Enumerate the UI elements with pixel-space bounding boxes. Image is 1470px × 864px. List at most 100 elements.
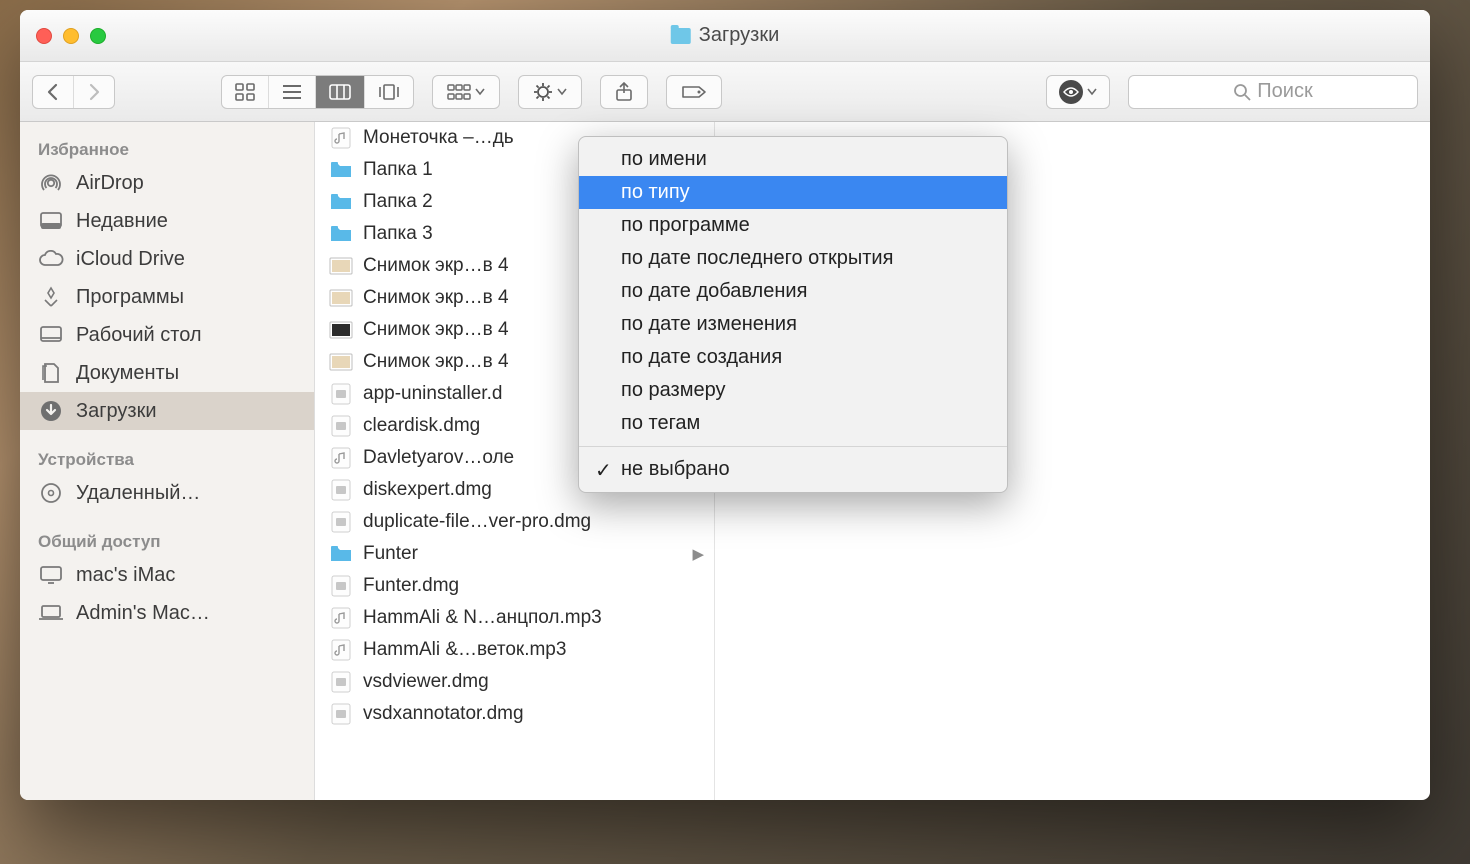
disc-icon [38,480,64,506]
folder-icon [671,28,691,44]
file-row[interactable]: HammAli &…веток.mp3 [315,634,714,666]
sidebar-item-desktop[interactable]: Рабочий стол [20,316,314,354]
group-by-button[interactable] [432,75,500,109]
menu-item[interactable]: по дате добавления [579,275,1007,308]
file-label: duplicate-file…ver-pro.dmg [363,511,591,533]
sidebar-item-cloud[interactable]: iCloud Drive [20,240,314,278]
sidebar-item-label: AirDrop [76,172,144,195]
file-label: HammAli &…веток.mp3 [363,639,566,661]
image-icon [329,351,353,373]
audio-icon [329,447,353,469]
file-label: app-uninstaller.d [363,383,502,405]
apps-icon [38,284,64,310]
audio-icon [329,639,353,661]
sidebar-item-documents[interactable]: Документы [20,354,314,392]
titlebar: Загрузки [20,10,1430,62]
sort-context-menu: по именипо типупо программепо дате после… [578,136,1008,493]
column-view-button[interactable] [316,76,365,108]
sidebar-item-airdrop[interactable]: AirDrop [20,164,314,202]
sidebar-item-label: Загрузки [76,400,157,423]
back-button[interactable] [33,76,74,108]
sidebar: ИзбранноеAirDropНедавниеiCloud DriveПрог… [20,122,315,800]
image-dark-icon [329,319,353,341]
file-label: HammAli & N…анцпол.mp3 [363,607,602,629]
window-title: Загрузки [671,24,780,47]
dmg-icon [329,479,353,501]
file-row[interactable]: vsdviewer.dmg [315,666,714,698]
recents-icon [38,208,64,234]
desktop-icon [38,322,64,348]
zoom-button[interactable] [90,28,106,44]
minimize-button[interactable] [63,28,79,44]
sidebar-item-label: Удаленный… [76,482,200,505]
file-label: Снимок экр…в 4 [363,351,509,373]
sidebar-item-label: Программы [76,286,184,309]
documents-icon [38,360,64,386]
menu-item[interactable]: по дате создания [579,341,1007,374]
search-placeholder: Поиск [1257,80,1312,103]
eye-icon [1059,80,1083,104]
traffic-lights [36,28,106,44]
dmg-icon [329,383,353,405]
menu-item[interactable]: по дате изменения [579,308,1007,341]
file-label: Снимок экр…в 4 [363,287,509,309]
menu-item[interactable]: по программе [579,209,1007,242]
file-row[interactable]: Funter ▶ [315,538,714,570]
sidebar-item-label: iCloud Drive [76,248,185,271]
cloud-icon [38,246,64,272]
file-label: Папка 1 [363,159,433,181]
dmg-icon [329,415,353,437]
sidebar-section-header: Общий доступ [20,526,314,556]
sidebar-item-display[interactable]: mac's iMac [20,556,314,594]
view-mode-buttons [221,75,414,109]
audio-icon [329,607,353,629]
downloads-icon [38,398,64,424]
file-label: Папка 2 [363,191,433,213]
sidebar-item-apps[interactable]: Программы [20,278,314,316]
file-row[interactable]: duplicate-file…ver-pro.dmg [315,506,714,538]
nav-buttons [32,75,115,109]
search-field[interactable]: Поиск [1128,75,1418,109]
audio-icon [329,127,353,149]
close-button[interactable] [36,28,52,44]
sidebar-section-header: Устройства [20,444,314,474]
file-row[interactable]: Funter.dmg [315,570,714,602]
sidebar-item-label: Рабочий стол [76,324,202,347]
title-text: Загрузки [699,24,780,47]
file-label: cleardisk.dmg [363,415,480,437]
sidebar-item-label: Недавние [76,210,168,233]
file-label: Снимок экр…в 4 [363,319,509,341]
sidebar-item-downloads[interactable]: Загрузки [20,392,314,430]
menu-separator [579,446,1007,447]
dmg-icon [329,703,353,725]
file-row[interactable]: HammAli & N…анцпол.mp3 [315,602,714,634]
sidebar-item-laptop[interactable]: Admin's Mac… [20,594,314,632]
dmg-icon [329,511,353,533]
sidebar-item-label: Admin's Mac… [76,602,210,625]
dmg-icon [329,671,353,693]
folder-icon [329,223,353,245]
list-view-button[interactable] [269,76,316,108]
forward-button[interactable] [74,76,114,108]
image-icon [329,255,353,277]
menu-item[interactable]: по имени [579,143,1007,176]
menu-item[interactable]: по типу [579,176,1007,209]
file-row[interactable]: vsdxannotator.dmg [315,698,714,730]
icon-view-button[interactable] [222,76,269,108]
chevron-right-icon: ▶ [692,545,704,563]
search-icon [1233,83,1251,101]
menu-item[interactable]: по тегам [579,407,1007,440]
folder-icon [329,543,353,565]
file-label: vsdviewer.dmg [363,671,489,693]
menu-item[interactable]: по размеру [579,374,1007,407]
sidebar-item-disc[interactable]: Удаленный… [20,474,314,512]
action-menu-button[interactable] [518,75,582,109]
sidebar-item-recents[interactable]: Недавние [20,202,314,240]
share-button[interactable] [600,75,648,109]
tags-button[interactable] [666,75,722,109]
menu-item[interactable]: по дате последнего открытия [579,242,1007,275]
privacy-button[interactable] [1046,75,1110,109]
file-label: Funter [363,543,418,565]
gallery-view-button[interactable] [365,76,413,108]
menu-item-none[interactable]: не выбрано [579,453,1007,486]
